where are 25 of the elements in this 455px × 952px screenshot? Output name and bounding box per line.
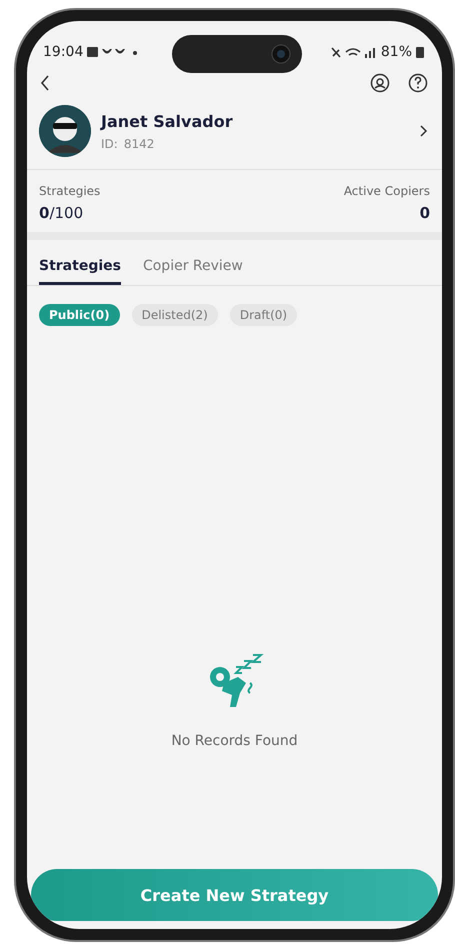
filter-chip[interactable]: Delisted(2) [132,304,218,326]
help-icon[interactable] [408,73,428,93]
tab[interactable]: Strategies [39,258,121,285]
signal-icons [330,46,377,58]
chevron-right-icon[interactable] [420,125,428,137]
empty-message: No Records Found [171,733,298,749]
create-strategy-button[interactable]: Create New Strategy [31,869,438,921]
stat-value: 0/100 [39,204,84,222]
support-icon[interactable] [370,73,390,93]
stat-label: Active Copiers [344,184,430,198]
battery-percent: 81% [380,44,412,60]
id-label: ID: [101,136,118,150]
status-time: 19:04 [43,44,84,60]
notification-icons [87,46,140,58]
filter-chip[interactable]: Public(0) [39,304,120,326]
camera-icon [270,43,292,65]
stat-value: 0 [420,204,430,222]
profile-name: Janet Salvador [101,112,234,130]
stat-label: Strategies [39,184,100,198]
battery-icon [416,46,424,58]
avatar [39,105,91,157]
tab[interactable]: Copier Review [142,258,243,285]
filter-chip[interactable]: Draft(0) [230,304,298,326]
id-value: 8142 [124,136,154,150]
back-icon[interactable] [39,75,51,91]
